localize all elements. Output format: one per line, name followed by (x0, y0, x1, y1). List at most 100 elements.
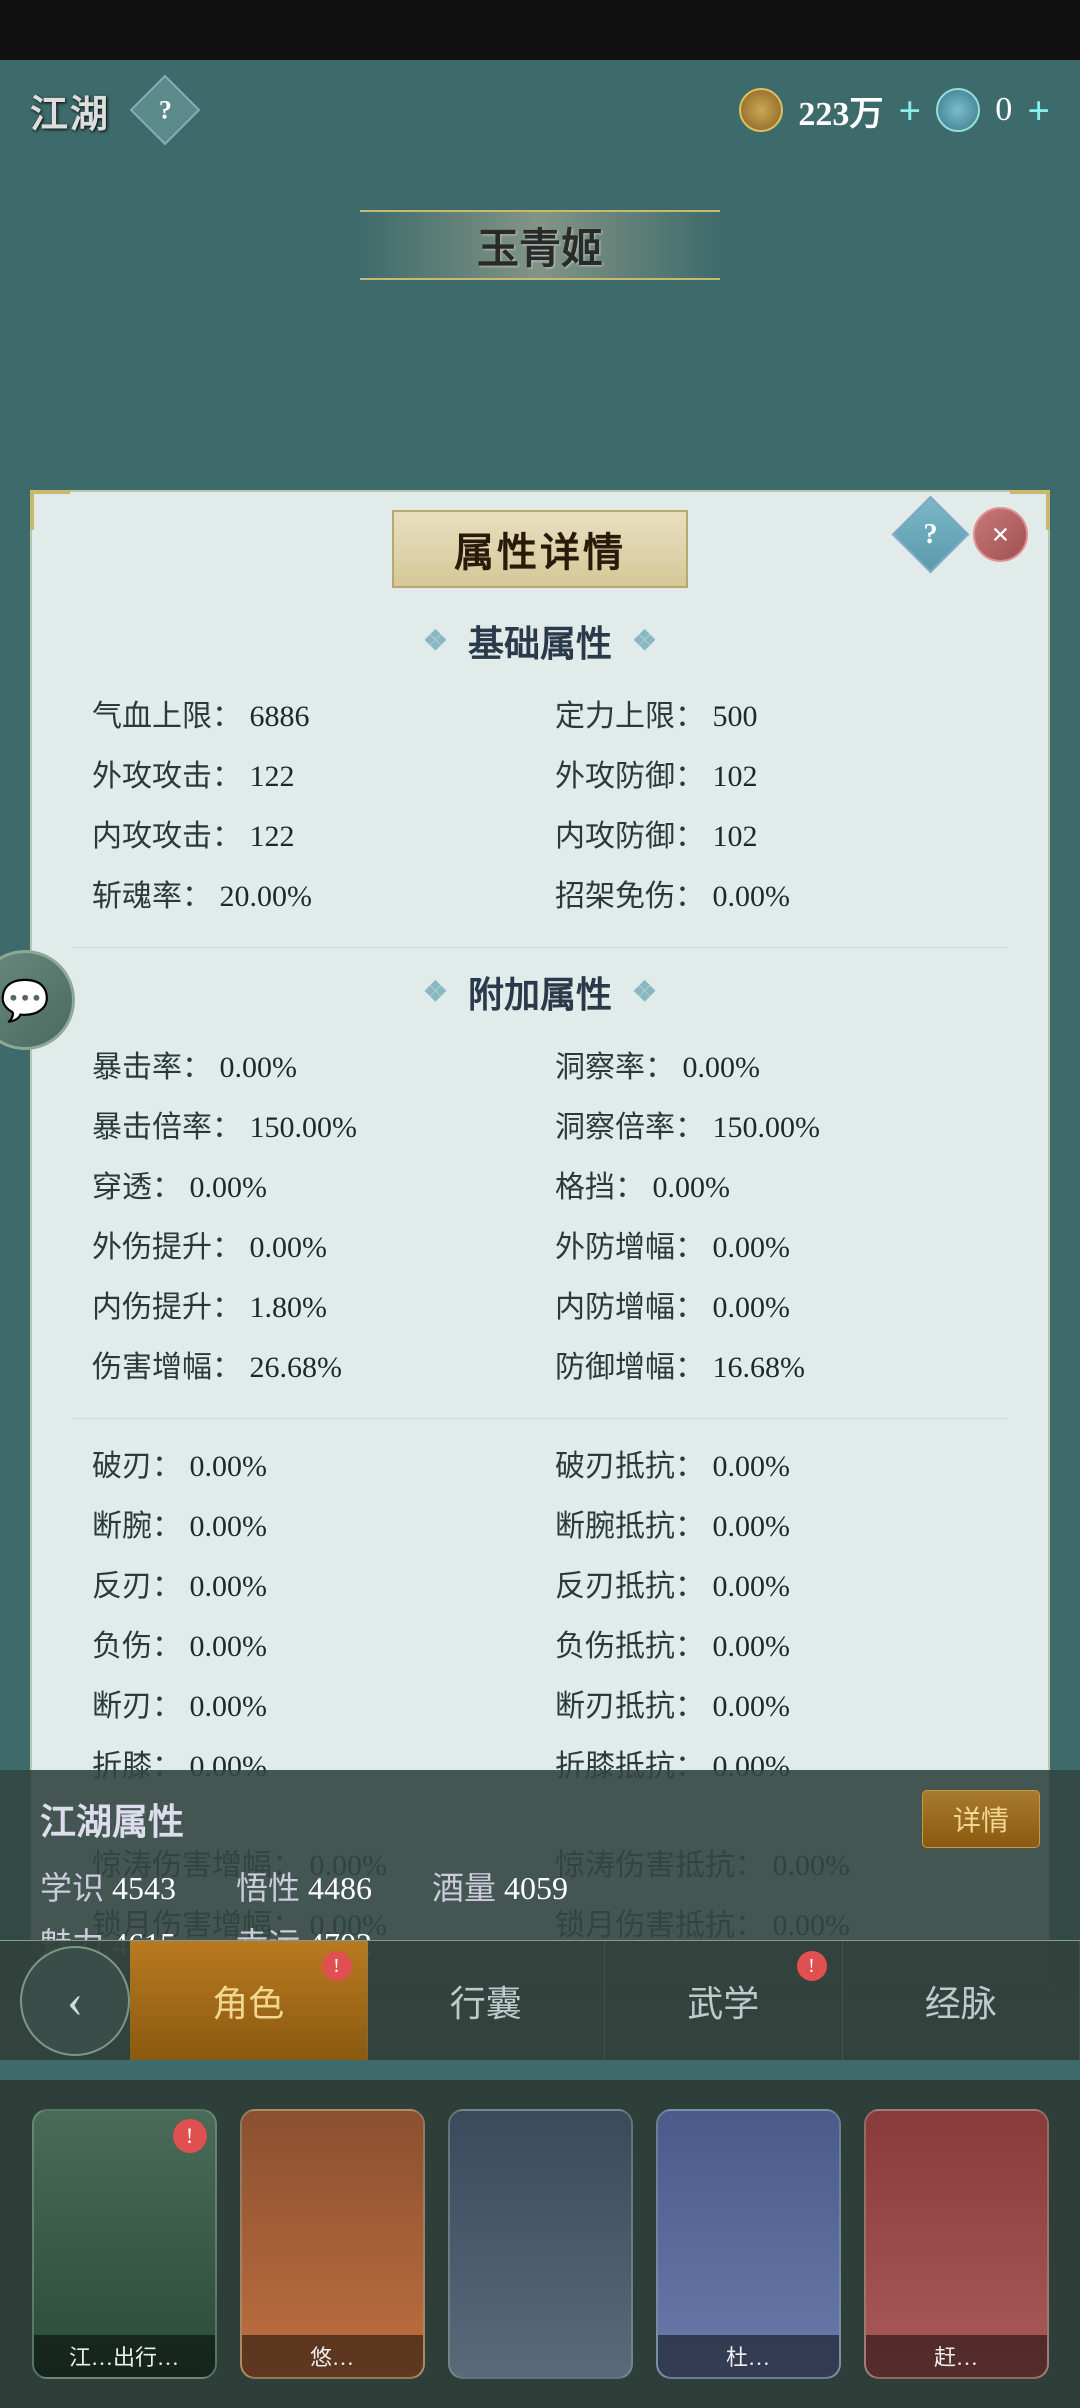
stat-neigong-def: 内攻防御： 102 (555, 807, 988, 859)
stat-qi-blood-label: 气血上限： (92, 700, 242, 733)
tab-inventory-label: 行囊 (450, 1975, 522, 2027)
modal-title-bar: 属性详情 ? × (32, 492, 1048, 600)
stat-waigong-def: 外攻防御： 102 (555, 747, 988, 799)
deco-left-2: ❖ (423, 975, 448, 1009)
stat-zhanhun-value: 20.00% (220, 880, 313, 913)
char-icon-3[interactable] (448, 2109, 633, 2379)
stat-zhanhun-label: 斩魂率： (92, 880, 212, 913)
jianghu-title: 江湖属性 (40, 1793, 184, 1845)
char-name: 玉青姬 (477, 215, 603, 276)
additional-stats-label: 附加属性 (468, 966, 612, 1018)
stat-fushang: 负伤： 0.00% (92, 1617, 525, 1669)
back-icon: ‹ (67, 1973, 83, 2028)
modal-close-button[interactable]: × (973, 507, 1028, 562)
stat-waigong-def-value: 102 (713, 760, 758, 793)
stat-baoji-rate: 暴击率： 0.00% (92, 1038, 525, 1090)
top-bar (0, 0, 1080, 60)
char-icon-1-label: 江…出行… (34, 2335, 215, 2377)
char-icon-4[interactable]: 杜… (656, 2109, 841, 2379)
stat-neigong-def-label: 内攻防御： (555, 820, 705, 853)
stat-penetrate: 穿透： 0.00% (92, 1158, 525, 1210)
stat-fushang-resist: 负伤抵抗： 0.00% (555, 1617, 988, 1669)
stat-dingli-value: 500 (713, 700, 758, 733)
stat-qi-blood-value: 6886 (250, 700, 310, 733)
char-icon-1[interactable]: ! 江…出行… (32, 2109, 217, 2379)
stat-block: 格挡： 0.00% (555, 1158, 988, 1210)
stat-wai-def-up: 外防增幅： 0.00% (555, 1218, 988, 1270)
stat-qi-blood: 气血上限： 6886 (92, 687, 525, 739)
additional-stats-header: ❖ 附加属性 ❖ (32, 956, 1048, 1028)
jianghu-label: 江湖 (30, 83, 110, 138)
stat-duanwan-resist: 断腕抵抗： 0.00% (555, 1497, 988, 1549)
modal-help-button[interactable]: ? (892, 496, 970, 574)
stat-neigong-atk-value: 122 (250, 820, 295, 853)
stat-baoji-mult: 暴击倍率： 150.00% (92, 1098, 525, 1150)
stat-polian: 破刃： 0.00% (92, 1437, 525, 1489)
status-stats-grid: 破刃： 0.00% 破刃抵抗： 0.00% 断腕： 0.00% 断腕抵抗： 0.… (32, 1427, 1048, 1809)
tab-meridian-label: 经脉 (925, 1975, 997, 2027)
add-currency-button[interactable]: + (898, 87, 921, 134)
gem-amount: 0 (995, 91, 1012, 129)
divider-1 (72, 947, 1008, 948)
tab-role[interactable]: ! 角色 (130, 1941, 368, 2060)
nav-back-button[interactable]: ‹ (20, 1946, 130, 2056)
char-icons-bar: ! 江…出行… 悠… 杜… 赶… (0, 2080, 1080, 2408)
char-icon-5[interactable]: 赶… (864, 2109, 1049, 2379)
stat-neigong-atk-label: 内攻攻击： (92, 820, 242, 853)
stat-dongcha-rate: 洞察率： 0.00% (555, 1038, 988, 1090)
stat-zhaojia: 招架免伤： 0.00% (555, 867, 988, 919)
game-header: 江湖 ? 223万 + 0 + (0, 60, 1080, 160)
tab-martial-badge: ! (797, 1951, 827, 1981)
add-gem-button[interactable]: + (1027, 87, 1050, 134)
stat-wai-dmg-up: 外伤提升： 0.00% (92, 1218, 525, 1270)
stat-def-amp: 防御增幅： 16.68% (555, 1338, 988, 1390)
stat-dongcha-mult: 洞察倍率： 150.00% (555, 1098, 988, 1150)
stat-duanlian: 断刃： 0.00% (92, 1677, 525, 1729)
stat-wuxing: 悟性 4486 (236, 1863, 372, 1909)
stat-duanlian-resist: 断刃抵抗： 0.00% (555, 1677, 988, 1729)
bottom-nav: ‹ ! 角色 行囊 ! 武学 经脉 (0, 1940, 1080, 2060)
deco-left: ❖ (423, 624, 448, 658)
jianghu-stats-row: 学识 4543 悟性 4486 酒量 4059 (40, 1863, 1040, 1919)
tab-martial-label: 武学 (687, 1975, 759, 2027)
stat-zhanhun: 斩魂率： 20.00% (92, 867, 525, 919)
stat-xuexi: 学识 4543 (40, 1863, 176, 1909)
jianghu-header: 江湖属性 详情 (40, 1790, 1040, 1848)
basic-stats-label: 基础属性 (468, 615, 612, 667)
stat-waigong-def-label: 外攻防御： (555, 760, 705, 793)
stat-dingli: 定力上限： 500 (555, 687, 988, 739)
currency-amount: 223万 (798, 86, 883, 135)
char-name-plate: 玉青姬 (360, 210, 720, 280)
char-icon-2[interactable]: 悠… (240, 2109, 425, 2379)
currency-bar: 223万 + 0 + (739, 86, 1050, 135)
deco-right-2: ❖ (632, 975, 657, 1009)
divider-2 (72, 1418, 1008, 1419)
tab-inventory[interactable]: 行囊 (368, 1941, 606, 2060)
stat-neigong-def-value: 102 (713, 820, 758, 853)
stat-waigong-atk-value: 122 (250, 760, 295, 793)
tab-martial[interactable]: ! 武学 (605, 1941, 843, 2060)
stat-duanwan: 断腕： 0.00% (92, 1497, 525, 1549)
stat-nei-def-up: 内防增幅： 0.00% (555, 1278, 988, 1330)
stat-zhaojia-value: 0.00% (713, 880, 791, 913)
stat-fanlian: 反刃： 0.00% (92, 1557, 525, 1609)
tab-role-badge: ! (322, 1951, 352, 1981)
stat-jiuliang: 酒量 4059 (432, 1863, 568, 1909)
chat-icon: 💬 (0, 977, 50, 1024)
char-icon-1-badge: ! (173, 2119, 207, 2153)
stats-modal: 属性详情 ? × ❖ 基础属性 ❖ 气血上限： 6886 定力上限： (30, 490, 1050, 1990)
tab-meridian[interactable]: 经脉 (843, 1941, 1080, 2060)
stat-neigong-atk: 内攻攻击： 122 (92, 807, 525, 859)
jianghu-detail-button[interactable]: 详情 (922, 1790, 1040, 1848)
stat-waigong-atk-label: 外攻攻击： (92, 760, 242, 793)
coin-icon (739, 88, 783, 132)
gem-icon (936, 88, 980, 132)
stat-waigong-atk: 外攻攻击： 122 (92, 747, 525, 799)
screen: 江湖 ? 223万 + 0 + 玉青姬 💬 属性详情 ? (0, 0, 1080, 2408)
nav-tabs: ! 角色 行囊 ! 武学 经脉 (130, 1941, 1080, 2060)
tab-role-label: 角色 (212, 1975, 284, 2027)
stat-nei-dmg-up: 内伤提升： 1.80% (92, 1278, 525, 1330)
stat-dingli-label: 定力上限： (555, 700, 705, 733)
char-icon-4-label: 杜… (658, 2335, 839, 2377)
help-icon[interactable]: ? (130, 75, 201, 146)
